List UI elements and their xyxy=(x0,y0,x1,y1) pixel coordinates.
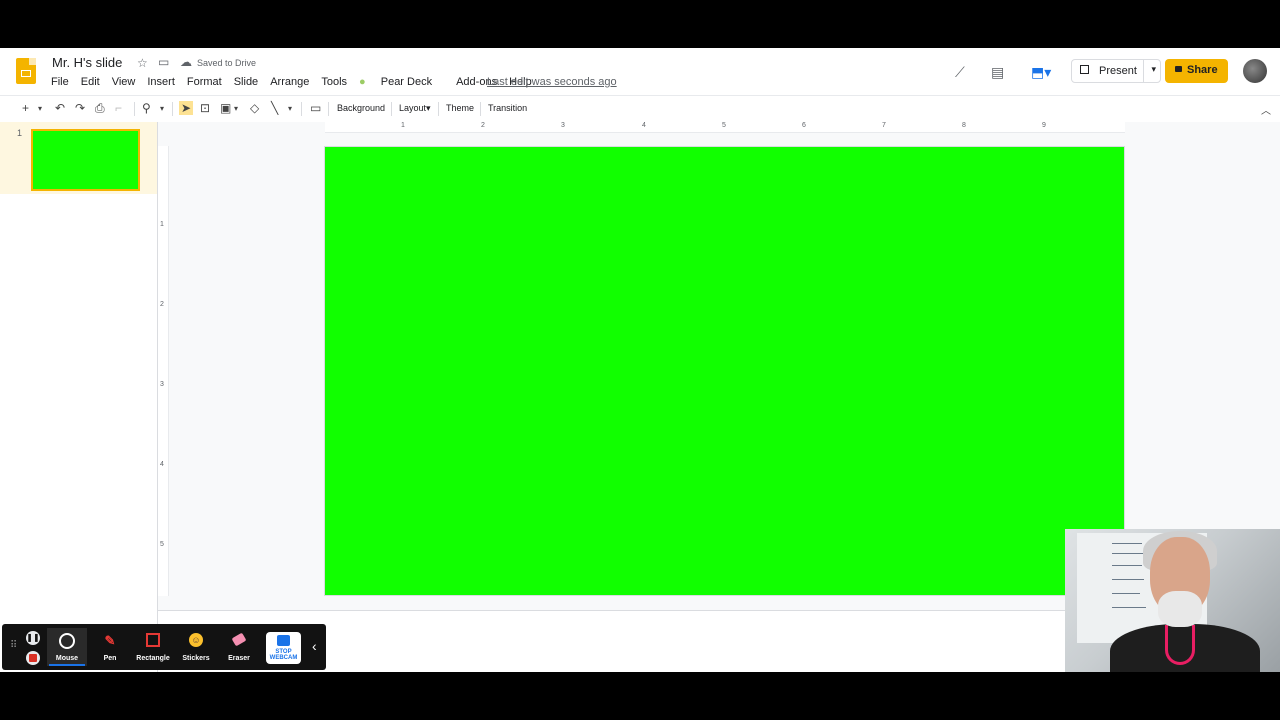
toolbar: + ▾ ↶ ↷ ⎙ ⌐ ⚲ ▾ ➤ ⊡ ▣ ▾ ◇ ╲ ▾ ▭ Backgrou… xyxy=(0,95,1280,123)
recorder-toolbar: ⠿ ❚❚ Mouse ✎ Pen Rectangle ☺ Stickers Er… xyxy=(2,624,326,670)
slide-number: 1 xyxy=(17,128,23,138)
line-icon[interactable]: ╲ xyxy=(271,101,278,115)
menu-slide[interactable]: Slide xyxy=(234,76,258,88)
undo-icon[interactable]: ↶ xyxy=(55,101,65,115)
image-icon[interactable]: ▣ xyxy=(220,101,231,115)
person-beard xyxy=(1158,591,1202,627)
menu-insert[interactable]: Insert xyxy=(147,76,175,88)
meet-present-icon[interactable]: ⬒▾ xyxy=(1031,64,1051,81)
collapse-menus-icon[interactable]: ︿ xyxy=(1261,102,1271,117)
webcam-icon xyxy=(277,635,290,646)
rectangle-tool-button[interactable]: Rectangle xyxy=(133,628,173,666)
new-slide-dropdown-icon[interactable]: ▾ xyxy=(38,104,42,113)
activity-trend-icon[interactable]: ⟋ xyxy=(955,64,965,81)
menu-format[interactable]: Format xyxy=(187,76,222,88)
share-button[interactable]: Share xyxy=(1165,59,1228,83)
rectangle-icon xyxy=(146,633,160,647)
print-icon[interactable]: ⎙ xyxy=(95,101,105,116)
stickers-tool-button[interactable]: ☺ Stickers xyxy=(176,628,216,666)
saved-status: Saved to Drive xyxy=(197,58,257,68)
add-comment-icon[interactable]: ▭ xyxy=(310,101,321,115)
star-icon[interactable]: ☆ xyxy=(137,56,148,70)
horizontal-ruler[interactable]: 1 2 3 4 5 6 7 8 9 xyxy=(325,122,1125,133)
top-bar: Mr. H's slide ☆ ▭ ☁ Saved to Drive File … xyxy=(0,48,1280,94)
layout-dropdown-icon: ▾ xyxy=(426,103,431,113)
text-box-icon[interactable]: ⊡ xyxy=(200,101,210,115)
menu-arrange[interactable]: Arrange xyxy=(270,76,309,88)
cloud-saved-icon: ☁ xyxy=(180,55,192,69)
comments-icon[interactable]: ▤ xyxy=(991,64,1004,81)
pear-icon: ● xyxy=(359,76,366,88)
zoom-icon[interactable]: ⚲ xyxy=(142,101,151,115)
transition-button[interactable]: Transition xyxy=(488,103,527,113)
menu-bar: File Edit View Insert Format Slide Arran… xyxy=(51,76,544,88)
present-dropdown-icon[interactable]: ▾ xyxy=(1151,64,1156,75)
slides-logo-icon[interactable] xyxy=(16,58,36,84)
menu-pear-deck[interactable]: ● Pear Deck xyxy=(359,76,444,88)
lock-icon xyxy=(1175,66,1182,72)
lanyard xyxy=(1165,625,1195,665)
slide-canvas[interactable] xyxy=(324,146,1125,596)
pen-icon: ✎ xyxy=(104,633,116,648)
stop-webcam-button[interactable]: STOP WEBCAM xyxy=(266,632,301,664)
menu-edit[interactable]: Edit xyxy=(81,76,100,88)
present-icon xyxy=(1080,65,1089,74)
slide-thumbnail-row[interactable]: 1 xyxy=(0,122,157,194)
eraser-icon xyxy=(231,632,247,647)
mouse-icon xyxy=(59,633,75,649)
theme-button[interactable]: Theme xyxy=(446,103,474,113)
redo-icon[interactable]: ↷ xyxy=(75,101,85,115)
pen-tool-button[interactable]: ✎ Pen xyxy=(90,628,130,666)
move-folder-icon[interactable]: ▭ xyxy=(158,55,169,69)
menu-tools[interactable]: Tools xyxy=(321,76,347,88)
collapse-toolbar-icon[interactable]: ‹ xyxy=(312,638,317,654)
vertical-ruler[interactable]: 1 2 3 4 5 xyxy=(158,146,169,596)
stop-recording-icon[interactable] xyxy=(26,651,40,665)
sticker-smiley-icon: ☺ xyxy=(189,633,203,647)
menu-file[interactable]: File xyxy=(51,76,69,88)
webcam-overlay[interactable] xyxy=(1065,529,1280,672)
shape-icon[interactable]: ◇ xyxy=(250,101,259,115)
new-slide-icon[interactable]: + xyxy=(22,101,29,115)
line-dropdown-icon[interactable]: ▾ xyxy=(288,104,292,113)
eraser-tool-button[interactable]: Eraser xyxy=(219,628,259,666)
background-button[interactable]: Background xyxy=(337,103,385,113)
slide-thumbnail[interactable] xyxy=(31,129,140,191)
menu-view[interactable]: View xyxy=(112,76,136,88)
zoom-dropdown-icon[interactable]: ▾ xyxy=(160,104,164,113)
paint-format-icon[interactable]: ⌐ xyxy=(115,101,122,115)
filmstrip: 1 xyxy=(0,122,158,672)
select-cursor-icon[interactable]: ➤ xyxy=(179,101,194,115)
present-button[interactable]: Present ▾ xyxy=(1071,59,1161,83)
layout-button[interactable]: Layout▾ xyxy=(399,103,431,114)
last-edit-link[interactable]: Last edit was seconds ago xyxy=(487,76,617,88)
drag-handle-icon[interactable]: ⠿ xyxy=(10,640,17,651)
pause-icon[interactable]: ❚❚ xyxy=(26,631,40,645)
mouse-tool-button[interactable]: Mouse xyxy=(47,628,87,666)
avatar[interactable] xyxy=(1243,59,1267,83)
image-dropdown-icon[interactable]: ▾ xyxy=(234,104,238,113)
document-title[interactable]: Mr. H's slide xyxy=(52,55,122,70)
